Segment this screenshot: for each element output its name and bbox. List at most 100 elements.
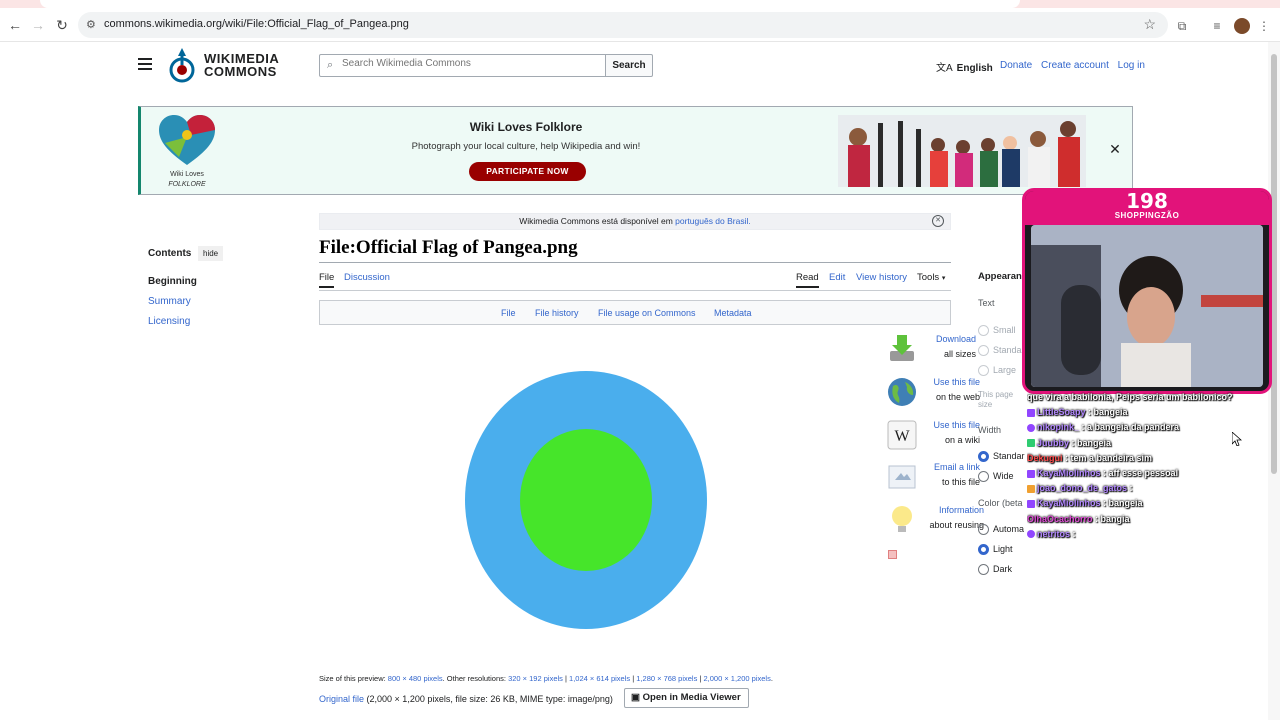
chat-message: Juubby : bangeia <box>1027 436 1267 451</box>
original-file-info: Original file (2,000 × 1,200 pixels, fil… <box>319 694 613 704</box>
original-file-link[interactable]: Original file <box>319 694 364 704</box>
chat-message: OlhaOcachorro : bangia <box>1027 513 1130 524</box>
filetoc-metadata[interactable]: Metadata <box>714 308 752 318</box>
email-link[interactable]: Email a link to this file <box>920 460 980 490</box>
appearance-heading: Appearan <box>978 271 1022 282</box>
use-on-web-link[interactable]: Use this file on the web <box>920 375 980 405</box>
broken-image-icon <box>888 550 897 559</box>
text-size-label: Text <box>978 298 995 308</box>
chat-message: KayaMiolinhos : aff esse pessoal <box>1027 466 1267 481</box>
search-icon: ⌕ <box>327 59 334 71</box>
banner-title: Wiki Loves Folklore <box>469 120 583 134</box>
toc-item-beginning[interactable]: Beginning <box>148 276 197 287</box>
search-input[interactable] <box>342 58 602 69</box>
notice-close-icon[interactable]: ✕ <box>932 215 944 227</box>
back-icon[interactable]: ← <box>6 16 24 34</box>
width-label: Width <box>978 425 1002 435</box>
url-text[interactable]: commons.wikimedia.org/wiki/File:Official… <box>104 18 409 30</box>
email-icon[interactable] <box>887 462 917 492</box>
use-on-wiki-link[interactable]: Use this file on a wiki <box>920 418 980 448</box>
campaign-banner: Wiki Loves FOLKLORE Wiki Loves Folklore … <box>138 106 1133 195</box>
media-controls-icon[interactable]: ≡ <box>1209 18 1225 34</box>
lightbulb-icon[interactable] <box>887 504 917 534</box>
tab-read[interactable]: Read <box>796 272 819 288</box>
translate-icon: 文A <box>936 63 953 74</box>
notice-language-link[interactable]: português do Brasil. <box>675 216 751 226</box>
title-divider <box>319 262 951 263</box>
toc-item-summary[interactable]: Summary <box>148 296 191 307</box>
wikimedia-commons-logo-icon[interactable] <box>168 48 196 84</box>
webcam-video <box>1031 225 1263 387</box>
webcam-overlay: 198 SHOPPINGZÃO <box>1022 188 1272 394</box>
chat-message: Dekugui : tem a bandeira sim <box>1027 452 1153 463</box>
folklore-photo <box>838 115 1086 187</box>
tab-file[interactable]: File <box>319 272 335 288</box>
site-logo-text[interactable]: WIKIMEDIA COMMONS <box>204 52 279 78</box>
text-size-small[interactable]: Small <box>978 325 1016 337</box>
filetoc-file-history[interactable]: File history <box>535 308 579 318</box>
main-menu-icon[interactable] <box>138 58 152 70</box>
toc-hide-button[interactable]: hide <box>198 246 224 261</box>
tabs-divider <box>319 290 951 291</box>
chat-message: netritos : <box>1027 527 1267 542</box>
download-link[interactable]: Download all sizes <box>920 332 976 362</box>
profile-avatar[interactable] <box>1234 18 1250 34</box>
tab-tools[interactable]: Tools ▾ <box>917 272 945 283</box>
flag-image[interactable] <box>465 371 707 629</box>
text-size-standard[interactable]: Standa <box>978 345 1022 357</box>
chat-message: LittleSoapy : bangeia <box>1027 405 1267 420</box>
filetoc-file-usage[interactable]: File usage on Commons <box>598 308 696 318</box>
extensions-icon[interactable]: ⧉ <box>1174 18 1190 34</box>
color-dark[interactable]: Dark <box>978 564 1012 576</box>
forward-icon[interactable]: → <box>29 16 47 34</box>
tab-view-history[interactable]: View history <box>856 272 907 283</box>
resolution-link[interactable]: 320 × 192 pixels <box>508 674 563 683</box>
create-account-link[interactable]: Create account <box>1041 60 1109 71</box>
login-link[interactable]: Log in <box>1118 60 1145 71</box>
search-field[interactable]: ⌕ <box>319 54 607 77</box>
tab-edit[interactable]: Edit <box>829 272 845 283</box>
tab-discussion[interactable]: Discussion <box>344 272 390 283</box>
toc-heading: Contents <box>148 248 192 259</box>
chat-message: que vira a babilonia, Peips seria um bab… <box>1027 392 1233 402</box>
active-tab[interactable] <box>40 0 1020 8</box>
language-notice: Wikimedia Commons está disponível em por… <box>319 213 951 230</box>
address-bar[interactable]: ⚙ commons.wikimedia.org/wiki/File:Offici… <box>78 12 1168 38</box>
resolution-link[interactable]: 1,280 × 768 pixels <box>636 674 697 683</box>
open-media-viewer-button[interactable]: ▣ Open in Media Viewer <box>624 688 749 708</box>
resolution-link[interactable]: 2,000 × 1,200 pixels <box>703 674 770 683</box>
filetoc-file[interactable]: File <box>501 308 516 318</box>
toc-item-licensing[interactable]: Licensing <box>148 316 190 327</box>
stream-chat: que vira a babilonia, Peips seria um bab… <box>1027 390 1267 542</box>
donate-link[interactable]: Donate <box>1000 60 1032 71</box>
download-icon[interactable] <box>887 333 917 363</box>
width-wide[interactable]: Wide <box>978 471 1014 483</box>
globe-icon[interactable] <box>887 377 917 407</box>
chat-message: nikopink_ : a bangeia da pandera <box>1027 420 1267 435</box>
chat-message: joao_dono_de_gatos : <box>1027 481 1267 496</box>
wikipedia-icon[interactable]: W <box>887 420 917 450</box>
reuse-info-link[interactable]: Information about reusing <box>920 503 984 533</box>
banner-close-icon[interactable]: ✕ <box>1107 141 1123 157</box>
chevron-down-icon: ▾ <box>941 275 946 282</box>
resolution-link[interactable]: 1,024 × 614 pixels <box>569 674 630 683</box>
reload-icon[interactable]: ↻ <box>53 16 71 34</box>
menu-dots-icon[interactable]: ⋮ <box>1256 18 1272 34</box>
banner-subtitle: Photograph your local culture, help Wiki… <box>411 141 641 152</box>
preview-size-link[interactable]: 800 × 480 pixels <box>388 674 443 683</box>
participate-now-button[interactable]: PARTICIPATE NOW <box>469 162 586 181</box>
viewer-count: 198 <box>1126 189 1168 213</box>
site-info-icon[interactable]: ⚙ <box>86 18 100 32</box>
color-light[interactable]: Light <box>978 544 1013 556</box>
text-size-large[interactable]: Large <box>978 365 1016 377</box>
color-automatic[interactable]: Automa <box>978 524 1024 536</box>
language-selector[interactable]: 文A English <box>936 59 993 74</box>
width-standard[interactable]: Standar <box>978 451 1025 463</box>
search-button[interactable]: Search <box>605 54 653 77</box>
bookmark-star-icon[interactable]: ☆ <box>1143 16 1156 33</box>
chat-message: KayaMiolinhos : bangeia <box>1027 496 1267 511</box>
mouse-cursor-icon <box>1232 432 1242 446</box>
wlf-logo-text: Wiki Loves FOLKLORE <box>168 171 206 188</box>
tab-strip <box>0 0 1280 8</box>
file-toc: File File history File usage on Commons … <box>319 300 951 325</box>
